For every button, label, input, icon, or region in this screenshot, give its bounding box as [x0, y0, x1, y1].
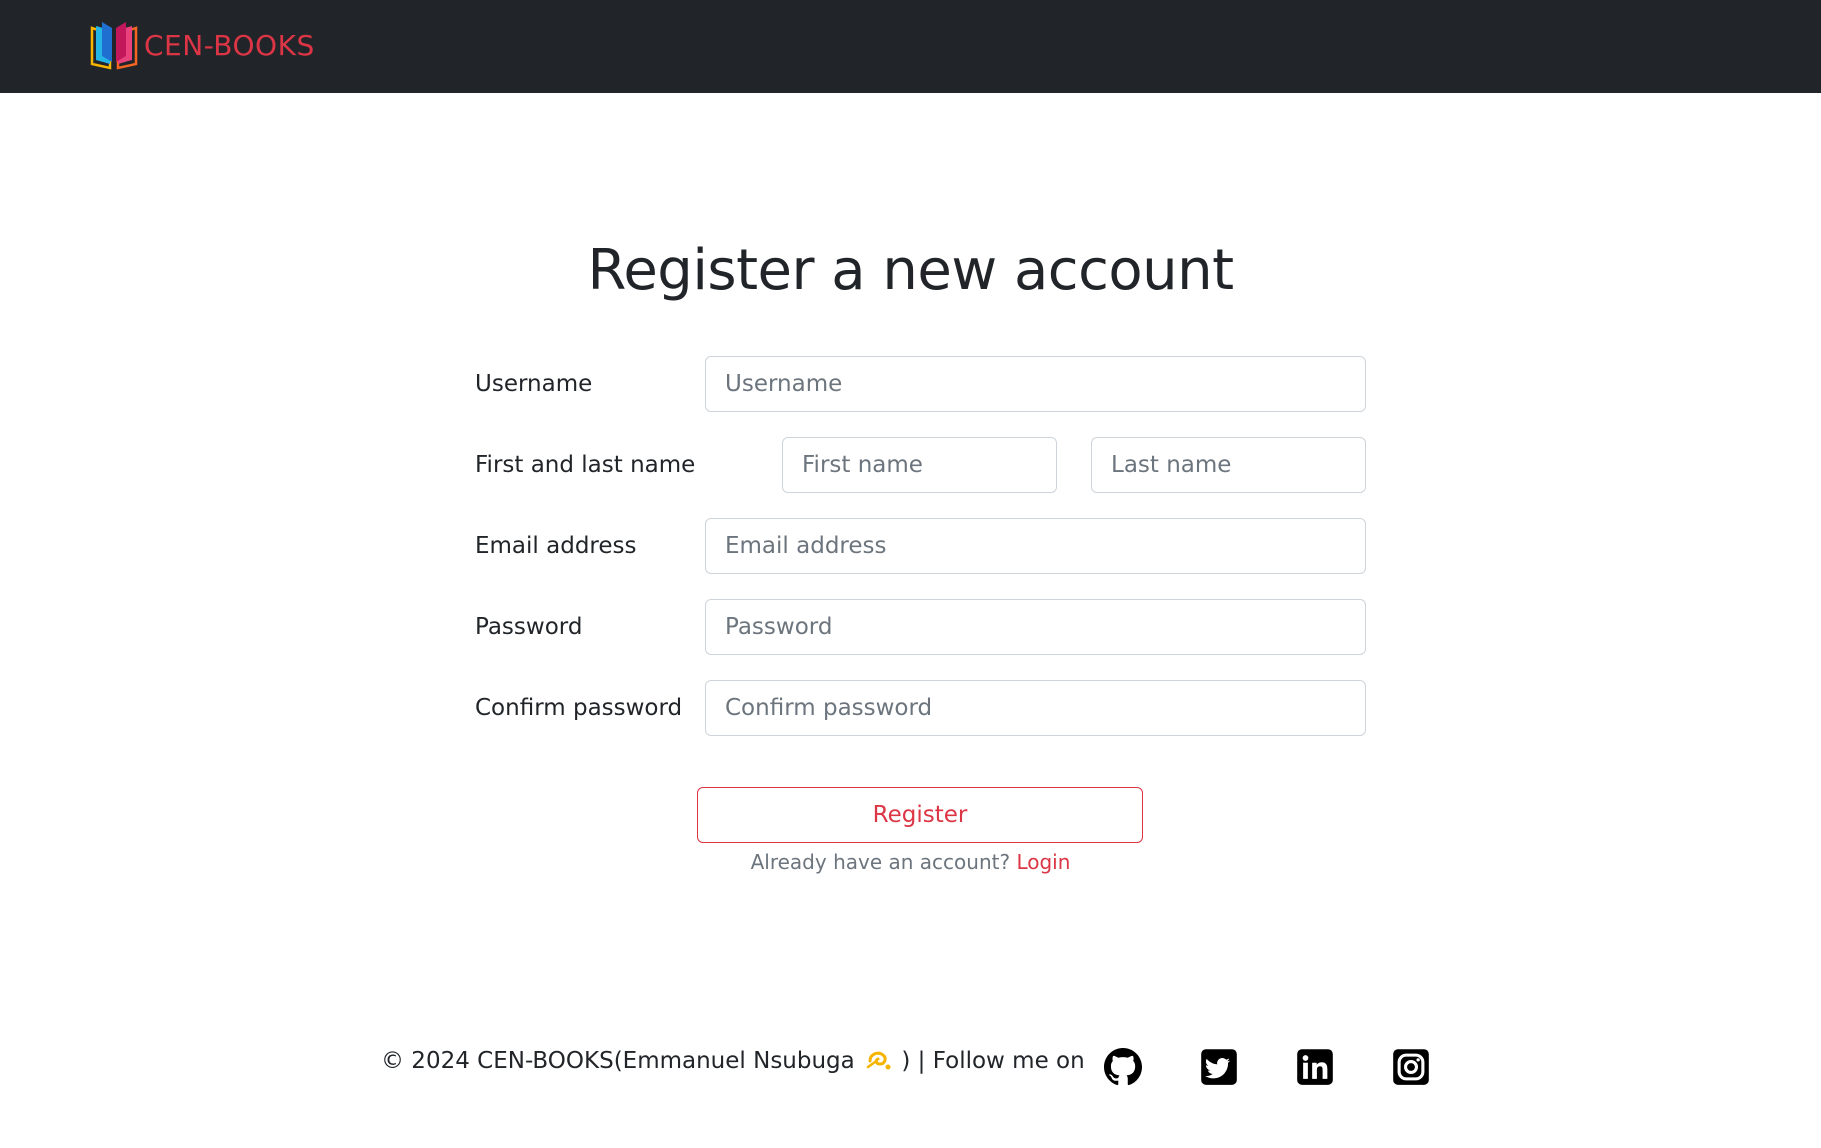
brand-link[interactable]: CEN-BOOKS — [88, 20, 315, 70]
password-input[interactable] — [705, 599, 1366, 655]
login-prompt-text: Already have an account? — [750, 850, 1011, 874]
email-label: Email address — [475, 533, 637, 559]
first-name-input[interactable] — [782, 437, 1057, 493]
footer-text-before: © 2024 CEN-BOOKS(Emmanuel Nsubuga — [381, 1048, 855, 1074]
navbar: CEN-BOOKS — [0, 0, 1821, 93]
login-prompt: Already have an account? Login — [0, 850, 1821, 874]
username-label: Username — [475, 371, 593, 397]
book-logo-icon — [90, 22, 138, 70]
register-button[interactable]: Register — [697, 787, 1143, 843]
password-label: Password — [475, 614, 583, 640]
email-input[interactable] — [705, 518, 1366, 574]
login-link[interactable]: Login — [1016, 850, 1070, 874]
linkedin-link[interactable] — [1296, 1048, 1334, 1086]
instagram-link[interactable] — [1392, 1048, 1430, 1086]
github-link[interactable] — [1104, 1048, 1142, 1086]
page-title: Register a new account — [587, 238, 1234, 303]
brand-name: CEN-BOOKS — [144, 28, 315, 62]
name-label: First and last name — [475, 452, 696, 478]
confirm-password-input[interactable] — [705, 680, 1366, 736]
last-name-input[interactable] — [1091, 437, 1366, 493]
linkedin-icon — [1297, 1049, 1333, 1085]
github-icon — [1104, 1048, 1142, 1086]
twitter-icon — [1201, 1049, 1237, 1085]
twitter-link[interactable] — [1200, 1048, 1238, 1086]
confirm-password-label: Confirm password — [475, 695, 683, 721]
footer-copyright: © 2024 CEN-BOOKS(Emmanuel Nsubuga ) | Fo… — [381, 1047, 1085, 1074]
footer-text-after: ) | Follow me on — [901, 1048, 1085, 1074]
username-input[interactable] — [705, 356, 1366, 412]
instagram-icon — [1393, 1049, 1429, 1085]
dizzy-icon — [866, 1051, 891, 1070]
